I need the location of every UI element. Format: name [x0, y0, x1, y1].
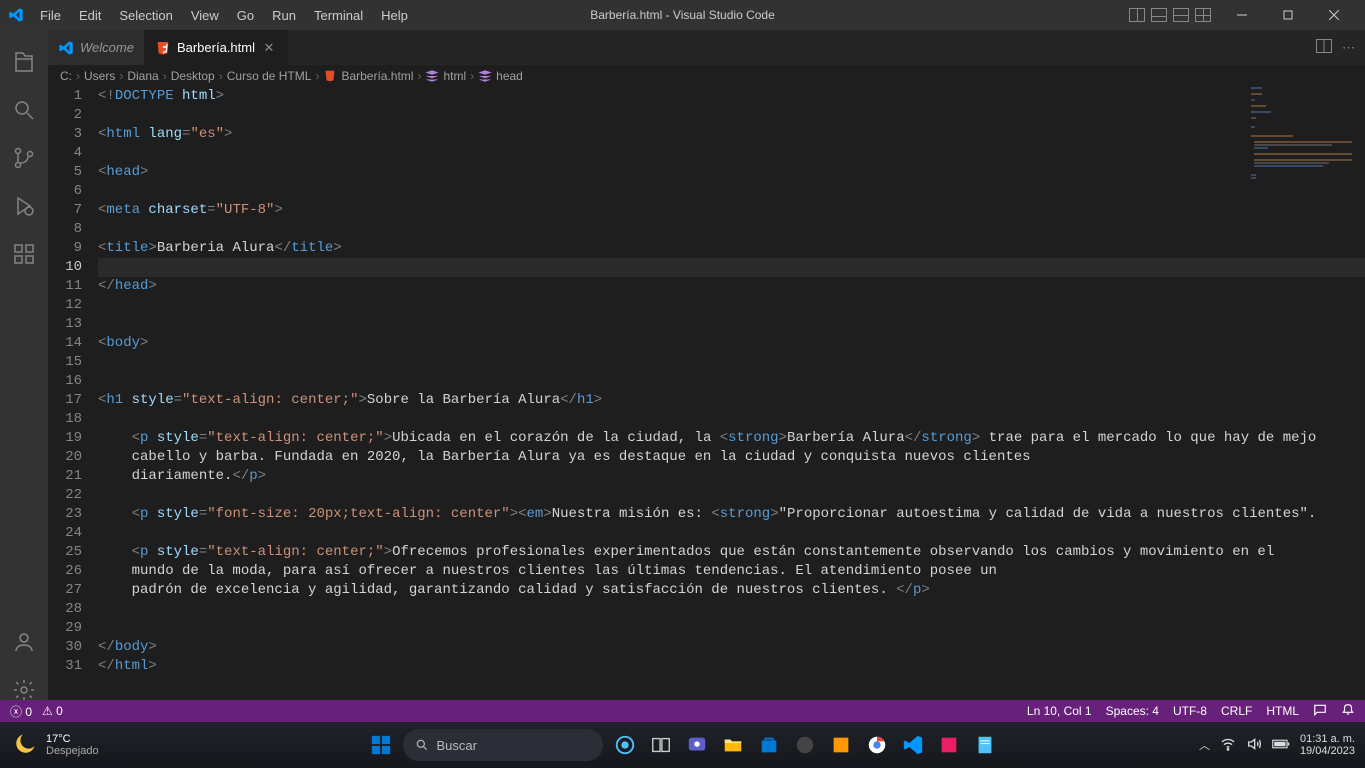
tab-bar: Welcome Barbería.html ✕ ⋯	[48, 30, 1365, 65]
windows-taskbar: 17°C Despejado Buscar ︿ 01:31 a. m. 19/0…	[0, 722, 1365, 768]
search-icon	[415, 738, 429, 752]
eol[interactable]: CRLF	[1221, 704, 1252, 718]
breadcrumb-segment[interactable]: Diana	[127, 69, 158, 83]
breadcrumbs[interactable]: C:›Users›Diana›Desktop›Curso de HTML›Bar…	[48, 65, 1365, 87]
weather-temp: 17°C	[46, 733, 99, 745]
vscode-icon	[58, 40, 74, 56]
breadcrumb-segment[interactable]: C:	[60, 69, 72, 83]
breadcrumb-segment[interactable]: Barbería.html	[341, 69, 413, 83]
tab-label: Welcome	[80, 40, 134, 55]
menu-go[interactable]: Go	[229, 4, 262, 27]
breadcrumb-segment[interactable]: html	[443, 69, 466, 83]
tab-welcome[interactable]: Welcome	[48, 30, 145, 65]
errors-count[interactable]: ⓧ 0	[10, 703, 32, 720]
layout-panel-icon[interactable]	[1151, 8, 1167, 22]
notepad-icon[interactable]	[971, 731, 999, 759]
menu-selection[interactable]: Selection	[111, 4, 180, 27]
vscode-taskbar-icon[interactable]	[899, 731, 927, 759]
indent-setting[interactable]: Spaces: 4	[1106, 704, 1159, 718]
tray-chevron-icon[interactable]: ︿	[1199, 737, 1210, 753]
battery-icon[interactable]	[1272, 738, 1290, 753]
titlebar: FileEditSelectionViewGoRunTerminalHelp B…	[0, 0, 1365, 30]
system-tray: ︿ 01:31 a. m. 19/04/2023	[1199, 733, 1355, 757]
menu-view[interactable]: View	[183, 4, 227, 27]
copilot-icon[interactable]	[611, 731, 639, 759]
source-control-icon[interactable]	[0, 134, 48, 182]
search-placeholder: Buscar	[437, 738, 477, 753]
language-mode[interactable]: HTML	[1266, 704, 1299, 718]
extensions-icon[interactable]	[0, 230, 48, 278]
chrome-icon[interactable]	[863, 731, 891, 759]
menu-help[interactable]: Help	[373, 4, 416, 27]
store-icon[interactable]	[755, 731, 783, 759]
breadcrumb-segment[interactable]: head	[496, 69, 523, 83]
explorer-icon[interactable]	[0, 38, 48, 86]
menu-file[interactable]: File	[32, 4, 69, 27]
vscode-logo-icon	[8, 7, 24, 23]
breadcrumb-icon	[478, 69, 492, 83]
clock-time: 01:31 a. m.	[1300, 733, 1355, 745]
wifi-icon[interactable]	[1220, 736, 1236, 755]
warnings-count[interactable]: ⚠ 0	[42, 704, 63, 718]
tab-label: Barbería.html	[177, 40, 255, 55]
layout-controls	[1129, 8, 1211, 22]
file-explorer-icon[interactable]	[719, 731, 747, 759]
app-icon-1[interactable]	[791, 731, 819, 759]
weather-desc: Despejado	[46, 745, 99, 757]
breadcrumb-segment[interactable]: Desktop	[171, 69, 215, 83]
accounts-icon[interactable]	[0, 618, 48, 666]
layout-sidebar-icon[interactable]	[1129, 8, 1145, 22]
layout-secondary-icon[interactable]	[1173, 8, 1189, 22]
close-button[interactable]	[1311, 0, 1357, 30]
clock[interactable]: 01:31 a. m. 19/04/2023	[1300, 733, 1355, 757]
window-title: Barbería.html - Visual Studio Code	[590, 8, 775, 22]
weather-widget[interactable]: 17°C Despejado	[10, 731, 99, 759]
menu-terminal[interactable]: Terminal	[306, 4, 371, 27]
notifications-icon[interactable]	[1341, 703, 1355, 720]
window-controls	[1219, 4, 1357, 26]
code-editor[interactable]: 1234567891011121314151617181920212223242…	[48, 87, 1365, 722]
task-view-icon[interactable]	[647, 731, 675, 759]
maximize-button[interactable]	[1265, 0, 1311, 30]
minimize-button[interactable]	[1219, 0, 1265, 30]
layout-customize-icon[interactable]	[1195, 8, 1211, 22]
breadcrumb-icon	[323, 69, 337, 83]
status-bar: ⓧ 0 ⚠ 0 Ln 10, Col 1 Spaces: 4 UTF-8 CRL…	[0, 700, 1365, 722]
taskbar-search[interactable]: Buscar	[403, 729, 603, 761]
line-numbers: 1234567891011121314151617181920212223242…	[48, 87, 98, 722]
menu-bar: FileEditSelectionViewGoRunTerminalHelp	[32, 4, 416, 27]
editor-group: Welcome Barbería.html ✕ ⋯ C:›Users›Diana…	[48, 30, 1365, 722]
sublime-icon[interactable]	[827, 731, 855, 759]
breadcrumb-segment[interactable]: Users	[84, 69, 115, 83]
start-button[interactable]	[367, 731, 395, 759]
tab-barberia[interactable]: Barbería.html ✕	[145, 30, 288, 65]
feedback-icon[interactable]	[1313, 703, 1327, 720]
encoding[interactable]: UTF-8	[1173, 704, 1207, 718]
more-actions-icon[interactable]: ⋯	[1342, 40, 1355, 56]
search-icon[interactable]	[0, 86, 48, 134]
breadcrumb-segment[interactable]: Curso de HTML	[227, 69, 312, 83]
app-icon-2[interactable]	[935, 731, 963, 759]
moon-icon	[10, 731, 38, 759]
html-file-icon	[155, 40, 171, 56]
menu-edit[interactable]: Edit	[71, 4, 109, 27]
volume-icon[interactable]	[1246, 736, 1262, 755]
close-icon[interactable]: ✕	[261, 40, 277, 56]
code-content[interactable]: <!DOCTYPE html> <html lang="es"> <head> …	[98, 87, 1365, 722]
run-debug-icon[interactable]	[0, 182, 48, 230]
minimap[interactable]	[1251, 87, 1351, 207]
split-editor-icon[interactable]	[1316, 39, 1332, 56]
chat-app-icon[interactable]	[683, 731, 711, 759]
clock-date: 19/04/2023	[1300, 745, 1355, 757]
activity-bar	[0, 30, 48, 722]
menu-run[interactable]: Run	[264, 4, 304, 27]
cursor-position[interactable]: Ln 10, Col 1	[1027, 704, 1092, 718]
breadcrumb-icon	[425, 69, 439, 83]
